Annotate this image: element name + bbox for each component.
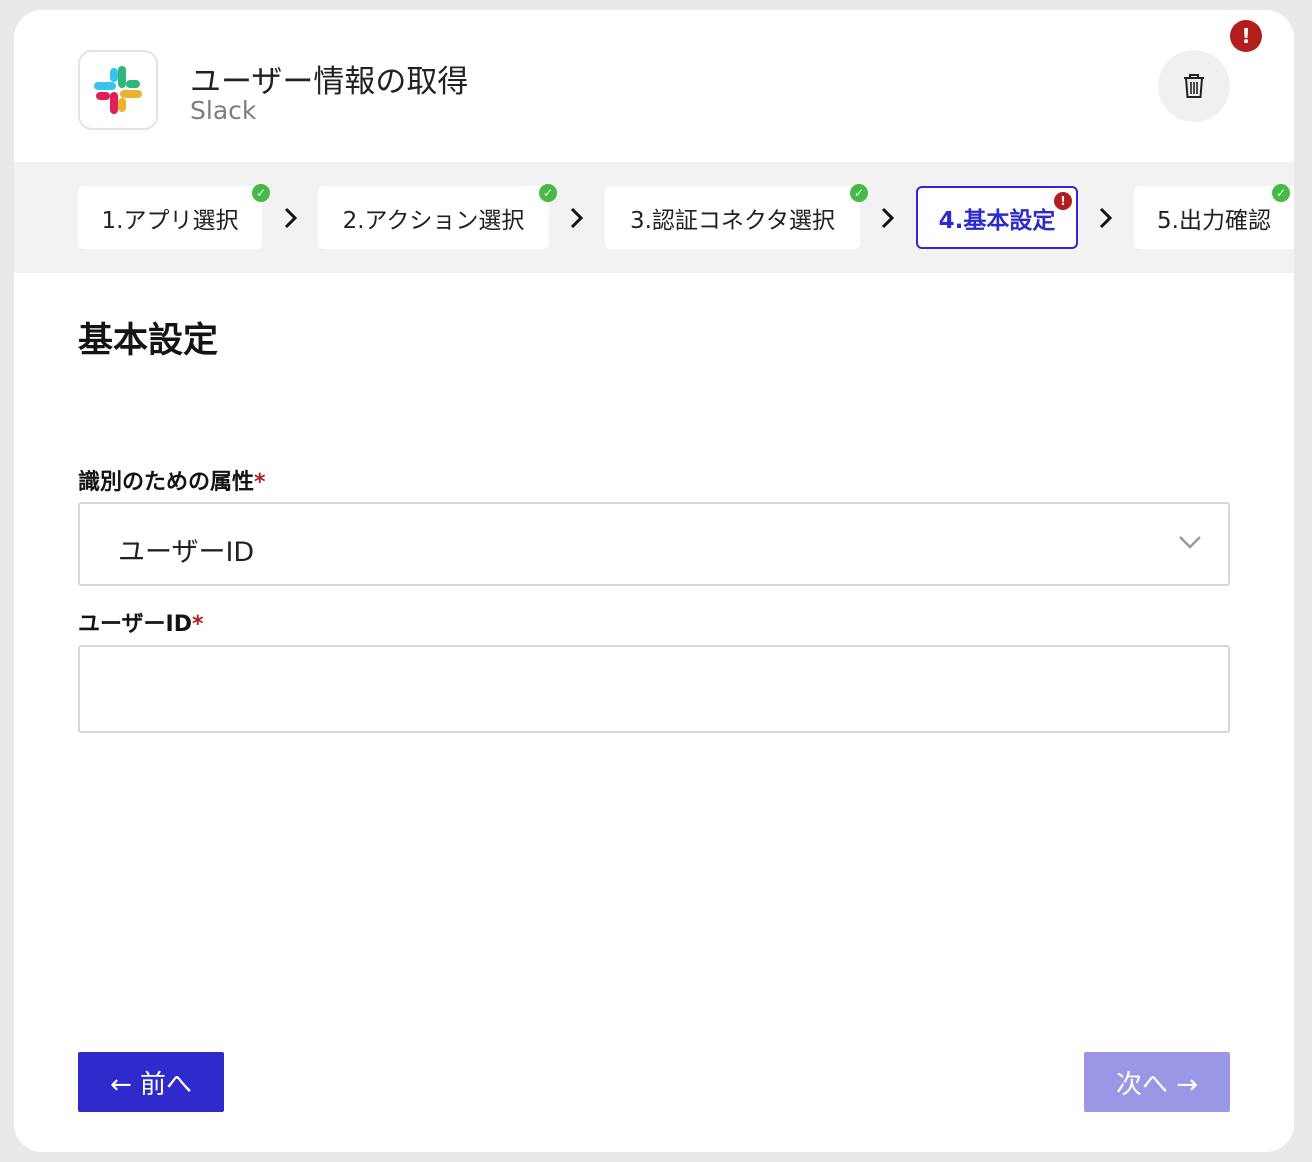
- step-app-select[interactable]: 1.アプリ選択 ✓: [78, 184, 270, 249]
- step-output-confirm[interactable]: 5.出力確認 ✓: [1134, 184, 1294, 249]
- check-icon: ✓: [1272, 184, 1290, 202]
- error-badge-icon: !: [1230, 20, 1262, 52]
- user-id-input[interactable]: [78, 645, 1230, 733]
- panel-header: ユーザー情報の取得 Slack: [14, 10, 1294, 162]
- required-mark: *: [254, 470, 266, 495]
- chevron-down-icon: [1179, 536, 1201, 549]
- step-action-select[interactable]: 2.アクション選択 ✓: [318, 184, 557, 249]
- user-id-field-label: ユーザーID*: [78, 606, 204, 638]
- step-navigation: 1.アプリ選択 ✓ 2.アクション選択 ✓ 3.認証コネクタ選択 ✓ 4.基本設…: [14, 162, 1294, 273]
- step-label: 2.アクション選択: [342, 207, 525, 234]
- attr-field-label: 識別のための属性*: [78, 464, 266, 496]
- slack-logo-icon: [94, 66, 142, 114]
- action-settings-panel: ユーザー情報の取得 Slack 1.アプリ選択 ✓ 2.アクション選択 ✓ 3.…: [14, 10, 1294, 1152]
- selected-value: ユーザーID: [118, 537, 255, 568]
- section-title: 基本設定: [78, 321, 219, 361]
- step-label: 1.アプリ選択: [101, 207, 239, 234]
- chevron-right-icon: [1099, 207, 1113, 229]
- prev-button[interactable]: ← 前へ: [78, 1052, 224, 1112]
- step-label: 4.基本設定: [938, 207, 1056, 234]
- app-name: Slack: [190, 96, 257, 125]
- required-mark: *: [192, 612, 204, 637]
- chevron-right-icon: [284, 207, 298, 229]
- chevron-right-icon: [881, 207, 895, 229]
- action-title: ユーザー情報の取得: [190, 64, 469, 100]
- identifier-attribute-select[interactable]: ユーザーID: [78, 502, 1230, 586]
- chevron-right-icon: [570, 207, 584, 229]
- check-icon: ✓: [252, 184, 270, 202]
- step-label: 5.出力確認: [1157, 207, 1271, 234]
- delete-button[interactable]: [1158, 50, 1230, 122]
- step-basic-settings[interactable]: 4.基本設定 !: [916, 186, 1078, 249]
- step-connector-select[interactable]: 3.認証コネクタ選択 ✓: [605, 184, 868, 249]
- slack-logo: [78, 50, 158, 130]
- error-icon: !: [1054, 192, 1072, 210]
- check-icon: ✓: [539, 184, 557, 202]
- step-label: 3.認証コネクタ選択: [629, 207, 836, 234]
- check-icon: ✓: [850, 184, 868, 202]
- user-id-label-text: ユーザーID: [78, 612, 193, 637]
- next-button[interactable]: 次へ →: [1084, 1052, 1230, 1112]
- trash-icon: [1184, 74, 1204, 98]
- attr-label-text: 識別のための属性: [78, 470, 255, 495]
